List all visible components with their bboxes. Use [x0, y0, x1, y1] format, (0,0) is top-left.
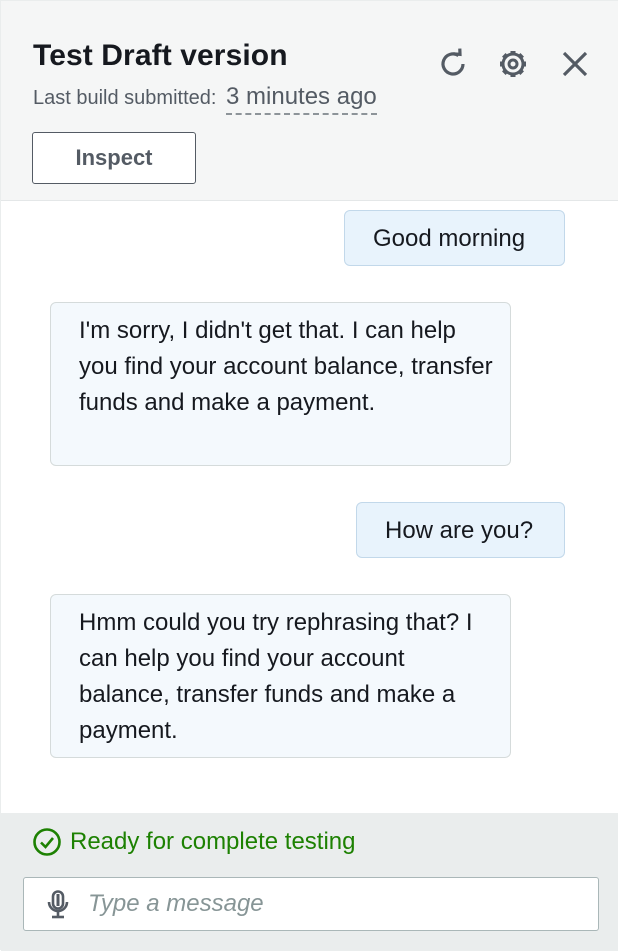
panel-header: Test Draft version Last build submitted:… [1, 1, 618, 201]
user-message: Good morning [344, 210, 565, 266]
refresh-button[interactable] [431, 42, 475, 86]
build-status: Last build submitted: 3 minutes ago [33, 83, 377, 115]
message-text: I'm sorry, I didn't get that. I can help… [79, 317, 493, 416]
close-button[interactable] [553, 42, 597, 86]
chat-transcript[interactable]: Good morning I'm sorry, I didn't get tha… [1, 201, 618, 813]
message-text: Hmm could you try rephrasing that? I can… [79, 609, 473, 744]
message-input[interactable] [88, 878, 588, 929]
build-time-link[interactable]: 3 minutes ago [226, 83, 377, 115]
message-input-box[interactable] [23, 877, 599, 931]
testing-status: Ready for complete testing [32, 827, 355, 857]
message-text: How are you? [385, 517, 534, 544]
refresh-icon [441, 48, 465, 76]
build-label: Last build submitted: [33, 87, 217, 109]
close-icon [562, 51, 588, 77]
bot-message: I'm sorry, I didn't get that. I can help… [50, 302, 511, 466]
inspect-button[interactable]: Inspect [32, 132, 196, 184]
panel-title: Test Draft version [33, 39, 288, 72]
settings-button[interactable] [491, 42, 535, 86]
gear-icon [500, 51, 526, 77]
microphone-icon[interactable] [42, 890, 74, 920]
user-message: How are you? [356, 502, 565, 558]
check-circle-icon [33, 828, 61, 856]
test-panel: Test Draft version Last build submitted:… [0, 0, 618, 951]
status-text: Ready for complete testing [70, 828, 356, 855]
message-text: Good morning [373, 225, 526, 252]
bot-message: Hmm could you try rephrasing that? I can… [50, 594, 511, 758]
